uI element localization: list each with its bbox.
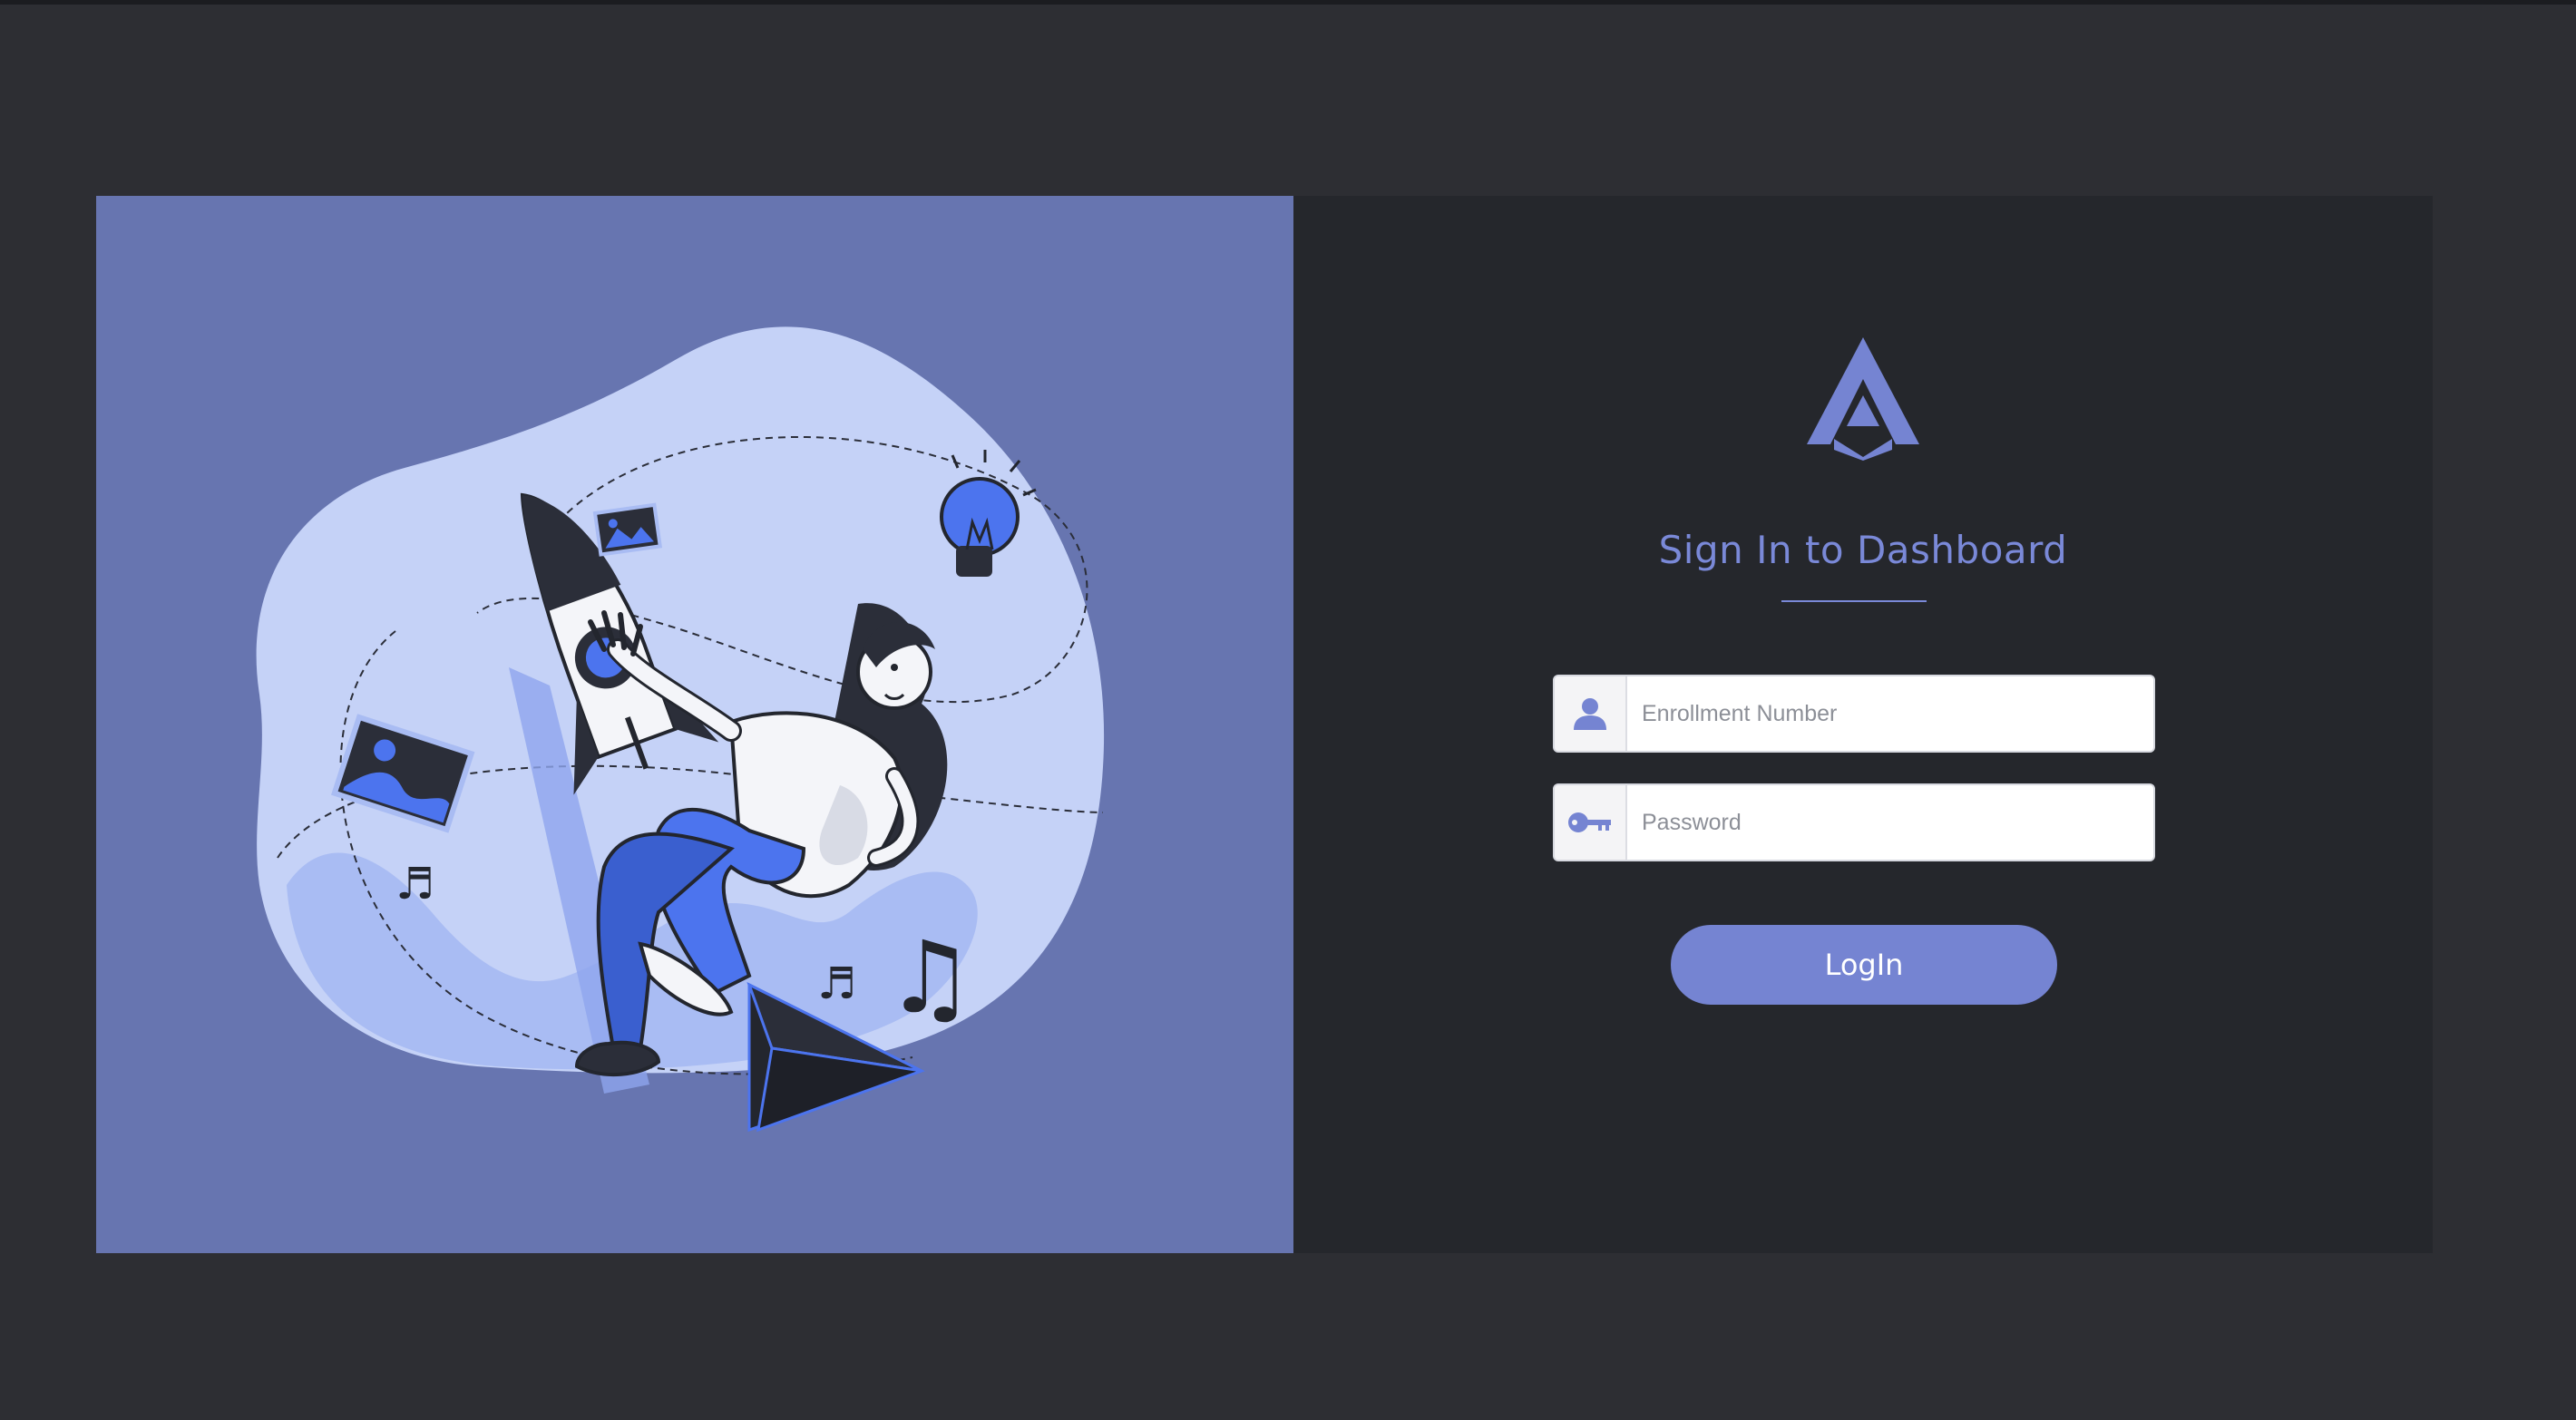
- title-underline: [1781, 600, 1927, 602]
- password-field: [1553, 783, 2155, 861]
- page-title: Sign In to Dashboard: [1658, 528, 2068, 572]
- user-icon: [1574, 698, 1606, 730]
- password-icon-box: [1555, 785, 1627, 860]
- enrollment-number-input[interactable]: [1627, 676, 2153, 751]
- svg-text:♫: ♫: [885, 919, 975, 1036]
- svg-text:♬: ♬: [395, 859, 434, 909]
- svg-text:♬: ♬: [817, 958, 856, 1009]
- password-input[interactable]: [1627, 785, 2153, 860]
- enrollment-icon-box: [1555, 676, 1627, 751]
- enrollment-field: [1553, 675, 2155, 753]
- window-top-border: [0, 0, 2576, 5]
- key-icon: [1568, 812, 1611, 832]
- login-button[interactable]: LogIn: [1671, 925, 2057, 1005]
- illustration-image: ♬ ♬ ♫: [256, 326, 1105, 1133]
- brand-logo-icon: [1807, 337, 1919, 461]
- illustration-panel: ♬ ♬ ♫: [96, 196, 1293, 1253]
- login-card: ♬ ♬ ♫ Sign In to Dashboard Enrollment Nu…: [96, 196, 2433, 1253]
- login-form-panel: Sign In to Dashboard Enrollment Number L…: [1293, 196, 2433, 1253]
